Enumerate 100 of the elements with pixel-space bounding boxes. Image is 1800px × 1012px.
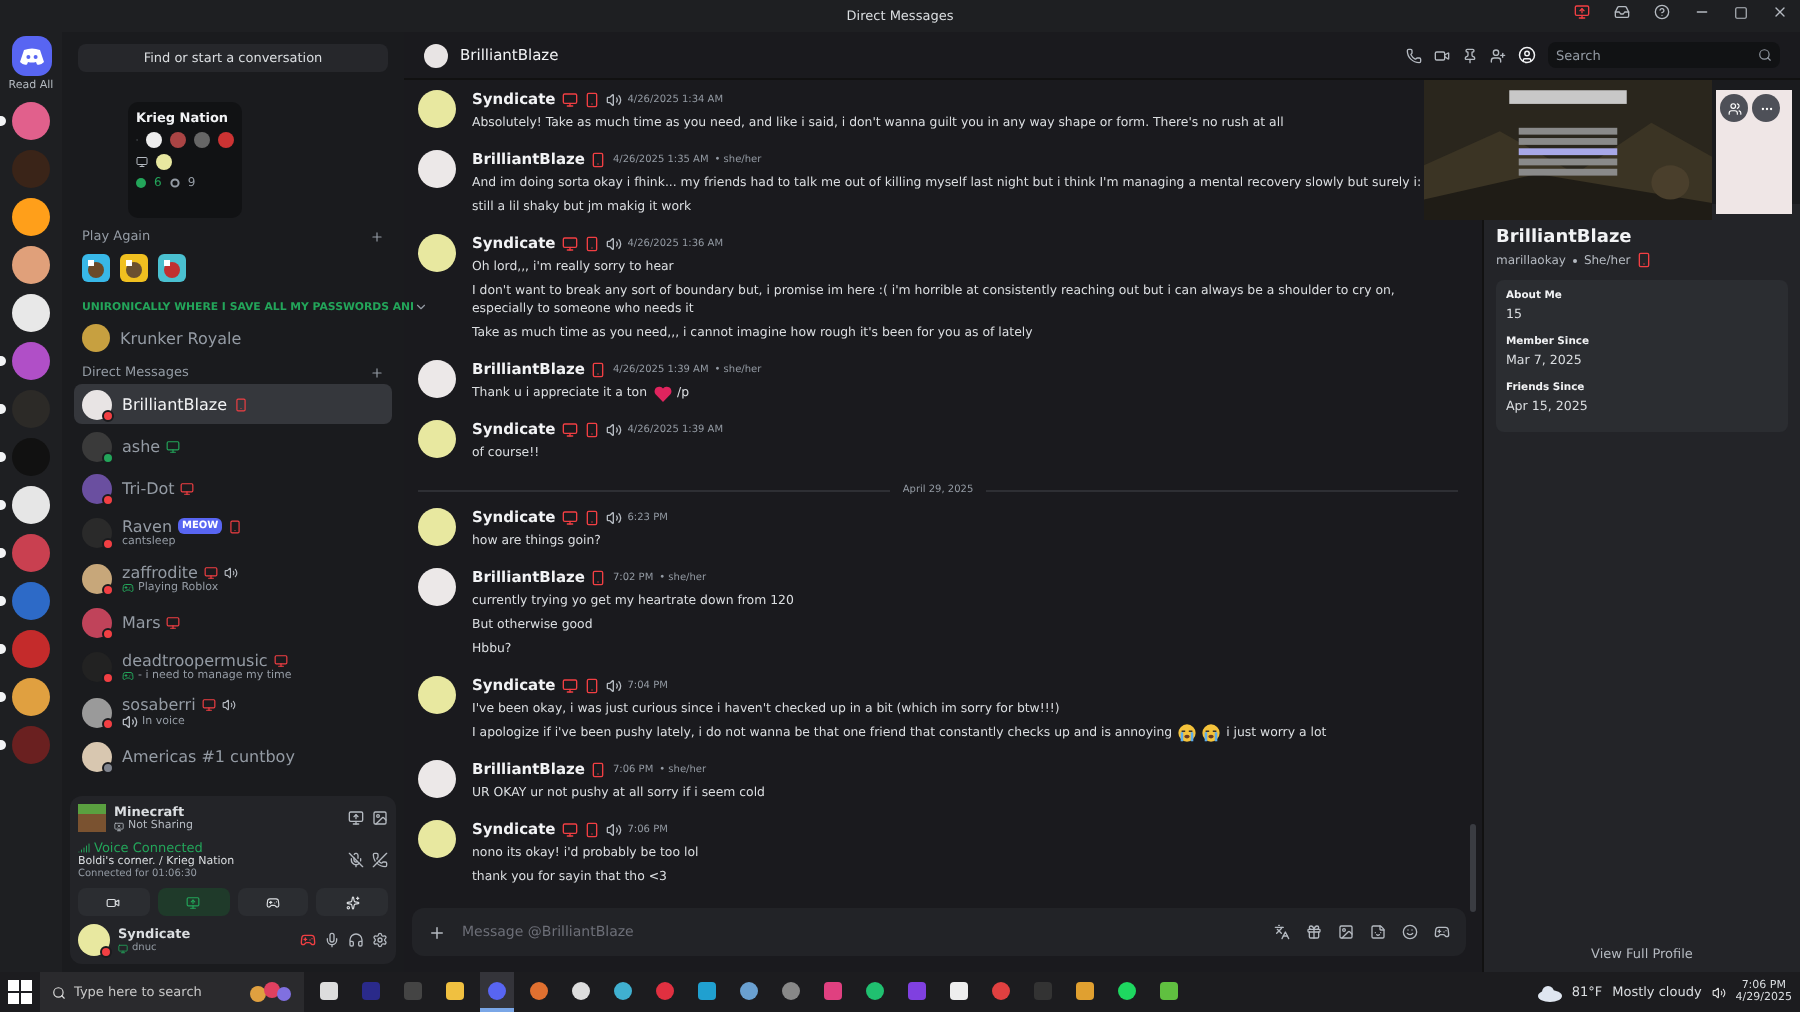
noise-suppression-icon[interactable] [348, 852, 364, 868]
soundboard-button[interactable] [316, 888, 388, 916]
monitor-icon [273, 653, 288, 667]
mobile-icon [228, 519, 243, 533]
mobile-icon [583, 421, 600, 437]
avatar [418, 820, 456, 858]
monitor-icon [166, 615, 181, 629]
monitor-icon [136, 156, 148, 168]
server-icon[interactable] [12, 678, 50, 716]
user-profile-icon[interactable] [1518, 46, 1536, 64]
image-icon[interactable] [1338, 924, 1354, 940]
username: ashe [122, 437, 161, 455]
windows-start-icon[interactable] [8, 980, 32, 1004]
mobile-icon [583, 677, 600, 693]
monitor-icon [180, 481, 195, 495]
game-icon[interactable] [158, 254, 186, 282]
username: sosaberri [122, 695, 196, 713]
camera-button[interactable] [78, 888, 150, 916]
avatar [418, 234, 456, 272]
inbox-icon[interactable] [1614, 4, 1630, 20]
add-icon[interactable] [370, 229, 384, 243]
signal-icon [78, 842, 90, 854]
monitor-icon [118, 943, 128, 953]
profile-name: BrilliantBlaze [1494, 226, 1634, 248]
add-user-icon[interactable] [1490, 47, 1506, 63]
avatar [418, 360, 456, 398]
gamepad-icon[interactable] [1434, 924, 1450, 940]
sparkles-icon [345, 895, 360, 909]
search-icon [1758, 48, 1772, 62]
search-icon [52, 985, 66, 999]
mobile-icon [583, 91, 600, 107]
server-icon[interactable] [12, 294, 50, 332]
server-icon[interactable] [12, 486, 50, 524]
monitor-icon [561, 509, 578, 525]
headphones-icon[interactable] [348, 932, 364, 948]
scrollbar-thumb[interactable] [1470, 824, 1476, 912]
home-button[interactable] [11, 36, 51, 76]
volume-icon[interactable] [1711, 985, 1726, 999]
settings-icon[interactable] [372, 932, 388, 948]
disconnect-icon[interactable] [372, 852, 388, 868]
mobile-icon [590, 361, 607, 377]
avatar [82, 324, 110, 352]
chevron-icon[interactable] [414, 300, 429, 314]
add-friend-button[interactable] [1720, 94, 1748, 122]
dm-item[interactable]: ashe [74, 426, 392, 466]
stream-icon[interactable] [348, 810, 364, 826]
avatar [424, 43, 448, 67]
mobile-icon [233, 397, 248, 411]
mobile-icon [590, 151, 607, 167]
share-screen-button[interactable] [157, 888, 229, 916]
emoji-icon[interactable] [1402, 924, 1418, 940]
online-dot-icon [136, 178, 146, 188]
gamepad-icon [122, 581, 134, 593]
crying-face-icon [1202, 724, 1221, 742]
close-icon[interactable] [1772, 4, 1788, 20]
pin-icon[interactable] [1462, 47, 1478, 63]
avatar [418, 90, 456, 128]
attach-icon[interactable] [428, 923, 446, 941]
phone-icon[interactable] [1406, 47, 1422, 63]
help-icon[interactable] [1654, 4, 1670, 20]
dm-item[interactable]: Mars [74, 602, 392, 642]
camera-icon[interactable] [1434, 47, 1450, 63]
image-icon[interactable] [372, 810, 388, 826]
dm-item[interactable]: BrilliantBlaze [74, 384, 392, 424]
dm-item[interactable]: Tri-Dot [74, 468, 392, 508]
crying-face-icon [1178, 724, 1197, 742]
gift-icon[interactable] [1306, 924, 1322, 940]
server-icon[interactable] [12, 198, 50, 236]
weather-icon [1537, 983, 1562, 1001]
activity-button[interactable] [237, 888, 309, 916]
grass-block-icon [78, 804, 106, 832]
discord-logo [19, 47, 43, 65]
gamepad-icon[interactable] [300, 932, 316, 948]
username: Tri-Dot [122, 479, 175, 497]
game-icon[interactable] [82, 254, 110, 282]
mobile-icon [1636, 252, 1653, 268]
username: zaffrodite [122, 563, 198, 581]
avatar [418, 760, 456, 798]
screen-icon[interactable] [1574, 4, 1590, 20]
users-icon [1727, 101, 1741, 115]
add-icon[interactable] [370, 365, 384, 379]
translate-icon[interactable] [1274, 924, 1290, 940]
separator-dot-icon [1571, 257, 1578, 263]
screen-icon [186, 895, 201, 909]
sticker-icon[interactable] [1370, 924, 1386, 940]
channel-name[interactable]: Krunker Royale [120, 329, 242, 347]
gamepad-icon [122, 669, 134, 681]
username: deadtroopermusic [122, 651, 268, 669]
mobile-icon [590, 761, 607, 777]
member-ring-icon [169, 178, 180, 188]
search-highlight-icon [248, 980, 292, 1004]
maximize-icon[interactable] [1734, 5, 1748, 19]
microphone-icon[interactable] [324, 932, 340, 948]
dm-item[interactable]: Americas #1 cuntboy [74, 736, 392, 776]
monitor-icon [203, 565, 218, 579]
server-icon[interactable] [12, 246, 50, 284]
avatar [418, 508, 456, 546]
more-button[interactable] [1752, 94, 1780, 122]
game-icon[interactable] [120, 254, 148, 282]
heart-icon [653, 385, 672, 401]
